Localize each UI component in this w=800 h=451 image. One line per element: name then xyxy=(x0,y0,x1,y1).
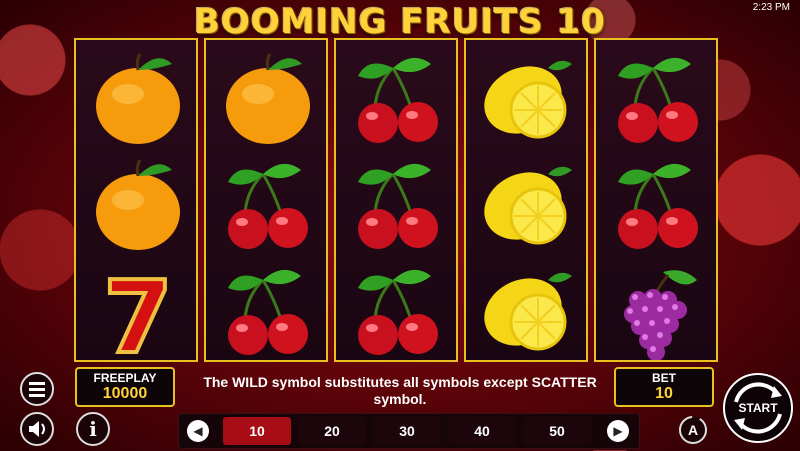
reel-4 xyxy=(464,38,588,362)
reel-1: 7 xyxy=(74,38,198,378)
bet-option-50[interactable]: 50 xyxy=(523,417,591,445)
cherry-symbol-icon xyxy=(606,48,710,148)
reel-3 xyxy=(334,38,458,362)
freeplay-value: 10000 xyxy=(102,385,148,402)
bet-next-button[interactable]: ▶ xyxy=(607,420,629,442)
cherry-symbol-icon xyxy=(346,48,450,148)
lemon-symbol-icon xyxy=(476,260,580,360)
grapes-symbol-icon xyxy=(606,260,710,361)
cherry-symbol-icon xyxy=(606,154,710,254)
bet-option-40[interactable]: 40 xyxy=(448,417,516,445)
game-title: BOOMING FRUITS 10 xyxy=(194,2,606,42)
freeplay-panel: FREEPLAY 10000 xyxy=(75,367,175,407)
bet-prev-button[interactable]: ◀ xyxy=(187,420,209,442)
bet-option-20[interactable]: 20 xyxy=(298,417,366,445)
reel-5 xyxy=(594,38,718,362)
autoplay-glyph: A xyxy=(687,422,699,438)
info-button[interactable]: i xyxy=(76,412,110,446)
bet-selector: ◀ 10 20 30 40 50 ▶ xyxy=(178,413,640,449)
reel-2 xyxy=(204,38,328,362)
start-button[interactable]: START xyxy=(722,372,794,444)
bet-label: BET xyxy=(652,371,676,385)
speaker-icon xyxy=(20,412,54,446)
sound-button[interactable] xyxy=(20,412,54,446)
bet-panel: BET 10 xyxy=(614,367,714,407)
info-message: The WILD symbol substitutes all symbols … xyxy=(203,374,597,407)
bet-option-30[interactable]: 30 xyxy=(373,417,441,445)
chevron-right-icon: ▶ xyxy=(613,424,623,438)
chevron-left-icon: ◀ xyxy=(193,424,203,438)
cherry-symbol-icon xyxy=(216,260,320,360)
orange-symbol-icon xyxy=(86,48,190,148)
orange-symbol-icon xyxy=(86,154,190,254)
start-label: START xyxy=(738,401,778,415)
bet-option-10[interactable]: 10 xyxy=(223,417,291,445)
cherry-symbol-icon xyxy=(346,154,450,254)
seven-symbol-icon: 7 xyxy=(86,257,190,378)
autoplay-button[interactable]: A xyxy=(677,414,709,446)
lemon-symbol-icon xyxy=(476,154,580,254)
cherry-symbol-icon xyxy=(216,154,320,254)
bet-value: 10 xyxy=(655,385,673,402)
info-glyph: i xyxy=(89,417,97,441)
lemon-symbol-icon xyxy=(476,48,580,148)
svg-text:7: 7 xyxy=(103,260,173,360)
freeplay-label: FREEPLAY xyxy=(93,371,157,385)
orange-symbol-icon xyxy=(216,48,320,148)
hamburger-icon xyxy=(20,372,54,406)
menu-button[interactable] xyxy=(20,372,54,406)
cherry-symbol-icon xyxy=(346,260,450,360)
